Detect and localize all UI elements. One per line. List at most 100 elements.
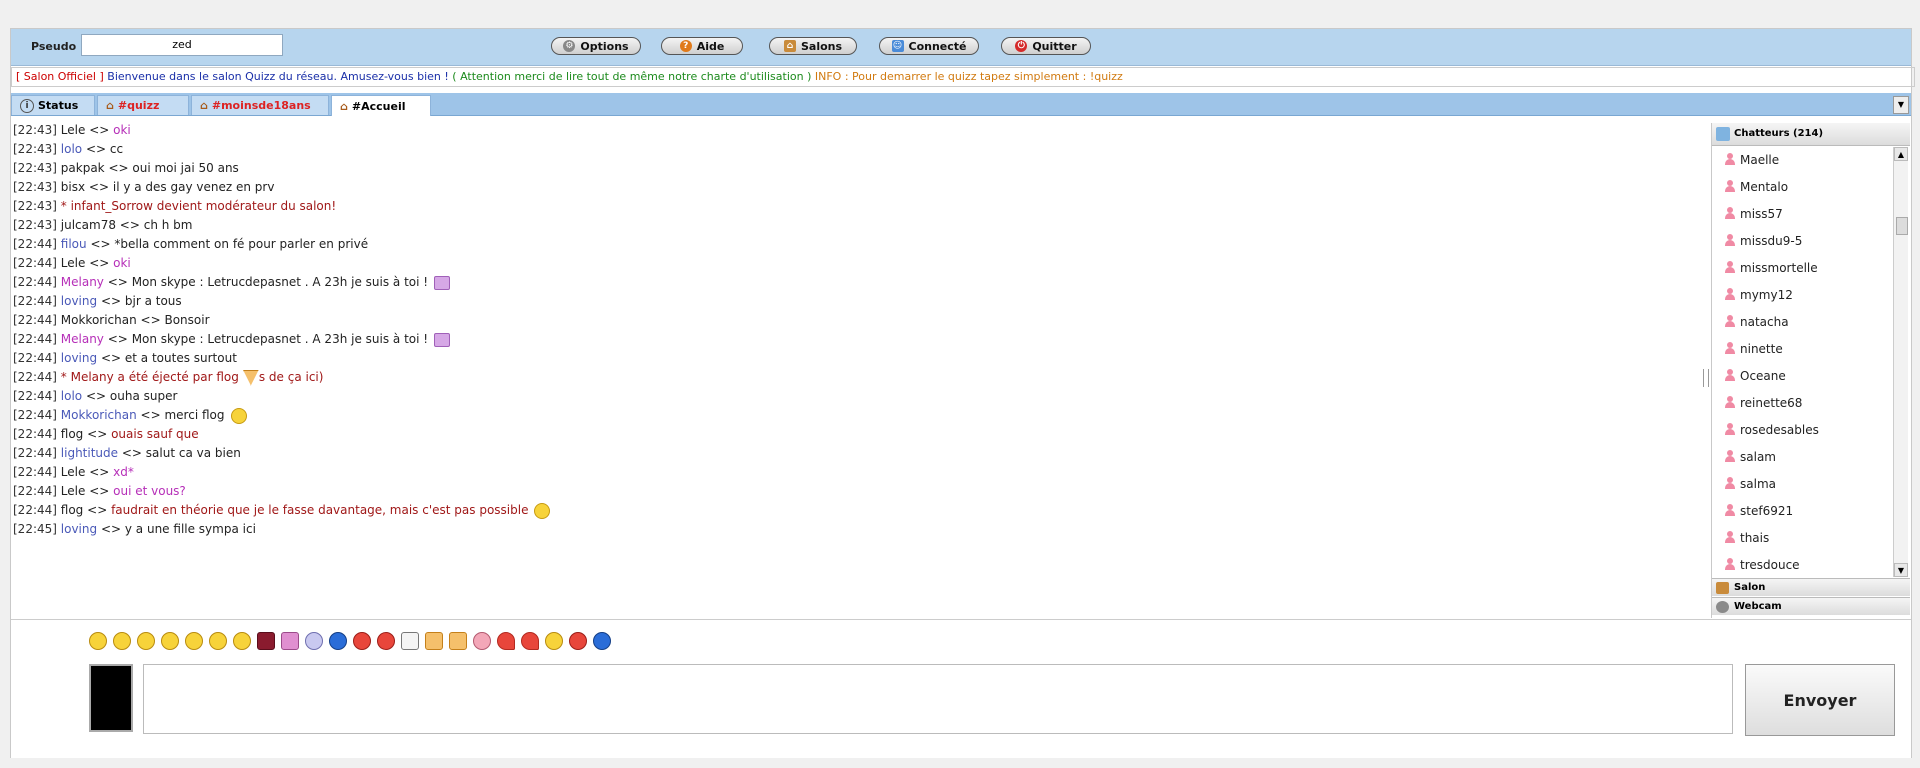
- chat-line: [22:43] Lele <> oki: [13, 123, 131, 137]
- rooms-button[interactable]: ⌂ Salons: [769, 37, 857, 55]
- smiley-icon: [534, 502, 551, 519]
- user-icon: [1725, 153, 1735, 165]
- chat-app: Pseudo zed ⚙ Options ? Aide ⌂ Salons ☺ C…: [10, 28, 1915, 758]
- crying-smiley-icon[interactable]: [545, 632, 563, 650]
- tab-quizz[interactable]: ⌂ #quizz: [97, 95, 189, 115]
- grin-smiley-icon[interactable]: [113, 632, 131, 650]
- user-item[interactable]: stef6921: [1712, 498, 1892, 525]
- pseudo-input[interactable]: zed: [81, 34, 283, 56]
- tab-accueil[interactable]: ⌂ #Accueil: [331, 95, 431, 116]
- user-item[interactable]: salam: [1712, 444, 1892, 471]
- blue-smiley-icon[interactable]: [329, 632, 347, 650]
- broken-heart-icon[interactable]: [497, 632, 515, 650]
- info-icon: i: [20, 98, 34, 113]
- tab-status[interactable]: i Status: [11, 95, 95, 115]
- user-item[interactable]: ninette: [1712, 336, 1892, 363]
- user-item[interactable]: Oceane: [1712, 363, 1892, 390]
- webcam-pane-button[interactable]: Webcam: [1712, 597, 1910, 615]
- webcam-icon: [1716, 601, 1729, 613]
- salon-pane-button[interactable]: Salon: [1712, 578, 1910, 596]
- sad-smiley-icon[interactable]: [209, 632, 227, 650]
- user-icon: [1725, 261, 1735, 273]
- wine-glass-icon[interactable]: [257, 632, 275, 650]
- welcome-text: Bienvenue dans le salon Quizz du réseau.…: [107, 70, 449, 83]
- users-icon: ☺: [891, 40, 904, 52]
- connected-button[interactable]: ☺ Connecté: [879, 37, 979, 55]
- top-toolbar: Pseudo zed ⚙ Options ? Aide ⌂ Salons ☺ C…: [11, 29, 1911, 66]
- users-list: Maelle Mentalo miss57 missdu9-5 missmort…: [1712, 147, 1892, 577]
- user-icon: [1725, 315, 1735, 327]
- worried-smiley-icon[interactable]: [161, 632, 179, 650]
- user-item[interactable]: natacha: [1712, 309, 1892, 336]
- tab-menu-arrow[interactable]: ▼: [1893, 96, 1909, 114]
- user-panel: Chatteurs (214) Maelle Mentalo miss57 mi…: [1711, 123, 1910, 618]
- pizza-icon[interactable]: [425, 632, 443, 650]
- chat-line: [22:43] pakpak <> oui moi jai 50 ans: [13, 161, 239, 175]
- message-input[interactable]: [143, 664, 1733, 734]
- devil-smiley-icon[interactable]: [569, 632, 587, 650]
- user-item[interactable]: missdu9-5: [1712, 228, 1892, 255]
- kiss-icon[interactable]: [353, 632, 371, 650]
- tab-bar: i Status ⌂ #quizz ⌂ #moinsde18ans ⌂ #Acc…: [11, 93, 1911, 116]
- user-item[interactable]: Mentalo: [1712, 174, 1892, 201]
- help-icon: ?: [679, 40, 692, 52]
- scroll-up-arrow[interactable]: ▲: [1894, 147, 1908, 161]
- ghost-icon[interactable]: [305, 632, 323, 650]
- home-icon: [1716, 582, 1729, 594]
- user-icon: [1725, 180, 1735, 192]
- wink-smiley-icon[interactable]: [233, 632, 251, 650]
- home-icon: ⌂: [106, 99, 114, 112]
- chat-line: [22:44] Lele <> oui et vous?: [13, 484, 186, 498]
- chat-line: [22:43] bisx <> il y a des gay venez en …: [13, 180, 275, 194]
- scroll-down-arrow[interactable]: ▼: [1894, 563, 1908, 577]
- user-item[interactable]: Maelle: [1712, 147, 1892, 174]
- user-item[interactable]: miss57: [1712, 201, 1892, 228]
- chat-line: [22:43] lolo <> cc: [13, 142, 124, 156]
- scroll-thumb[interactable]: [1896, 217, 1908, 235]
- user-icon: [1725, 288, 1735, 300]
- user-icon: [1725, 369, 1735, 381]
- user-item[interactable]: mymy12: [1712, 282, 1892, 309]
- chat-line: [22:44] Lele <> oki: [13, 256, 131, 270]
- chat-line: [22:44] Mokkorichan <> merci flog: [11, 406, 1701, 425]
- smile-icon[interactable]: [185, 632, 203, 650]
- chat-line: [22:44] flog <> faudrait en théorie que …: [11, 501, 1701, 520]
- notice-text: ( Attention merci de lire tout de même n…: [452, 70, 812, 83]
- help-button[interactable]: ? Aide: [661, 37, 743, 55]
- webcam-emote-icon[interactable]: [281, 632, 299, 650]
- user-icon: [1725, 504, 1735, 516]
- angry-smiley-icon[interactable]: [89, 632, 107, 650]
- user-icon: [1725, 234, 1735, 246]
- surprised-smiley-icon[interactable]: [137, 632, 155, 650]
- heart-icon[interactable]: [521, 632, 539, 650]
- user-icon: [1725, 558, 1735, 570]
- tab-moinsde18ans[interactable]: ⌂ #moinsde18ans: [191, 95, 329, 115]
- users-header: Chatteurs (214): [1712, 123, 1910, 146]
- user-item[interactable]: salma: [1712, 471, 1892, 498]
- user-item[interactable]: tresdouce: [1712, 552, 1892, 577]
- user-item[interactable]: thais: [1712, 525, 1892, 552]
- question-icon[interactable]: [593, 632, 611, 650]
- user-item[interactable]: rosedesables: [1712, 417, 1892, 444]
- user-item[interactable]: missmortelle: [1712, 255, 1892, 282]
- chat-line: [22:44] lightitude <> salut ca va bien: [13, 446, 241, 460]
- user-icon: [1725, 531, 1735, 543]
- send-button[interactable]: Envoyer: [1745, 664, 1895, 736]
- pseudo-label: Pseudo: [31, 40, 77, 53]
- info-text: INFO : Pour demarrer le quizz tapez simp…: [814, 70, 1123, 83]
- user-icon: [1725, 207, 1735, 219]
- users-scrollbar[interactable]: ▲ ▼: [1893, 147, 1908, 577]
- color-picker[interactable]: [89, 664, 133, 732]
- pizza-emote-icon: [242, 369, 259, 386]
- pig-icon[interactable]: [473, 632, 491, 650]
- quit-button[interactable]: ⏻ Quitter: [1001, 37, 1091, 55]
- smiley-icon: [230, 407, 247, 424]
- beer-mug-icon[interactable]: [401, 632, 419, 650]
- user-icon: [1725, 396, 1735, 408]
- pane-splitter[interactable]: [1703, 369, 1709, 387]
- options-button[interactable]: ⚙ Options: [551, 37, 641, 55]
- user-item[interactable]: reinette68: [1712, 390, 1892, 417]
- hand-icon[interactable]: [449, 632, 467, 650]
- rose-icon[interactable]: [377, 632, 395, 650]
- salon-tag: [ Salon Officiel ]: [16, 70, 104, 83]
